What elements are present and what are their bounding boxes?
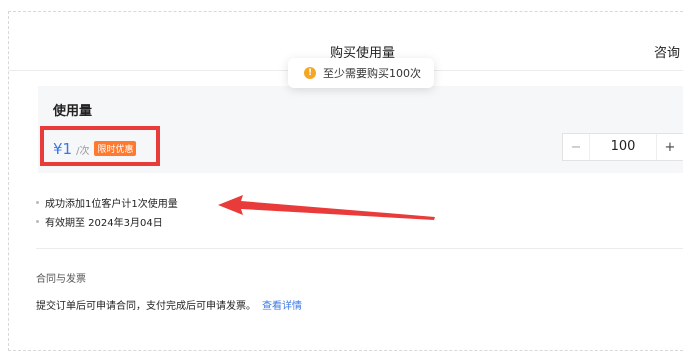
contract-text: 提交订单后可申请合同，支付完成后可申请发票。: [36, 301, 256, 312]
section-divider: [36, 248, 683, 249]
contract-section-title: 合同与发票: [36, 274, 86, 285]
view-details-link[interactable]: 查看详情: [262, 301, 302, 312]
arrow-shape: [218, 195, 435, 220]
contract-description: 提交订单后可申请合同，支付完成后可申请发票。 查看详情: [36, 297, 302, 312]
